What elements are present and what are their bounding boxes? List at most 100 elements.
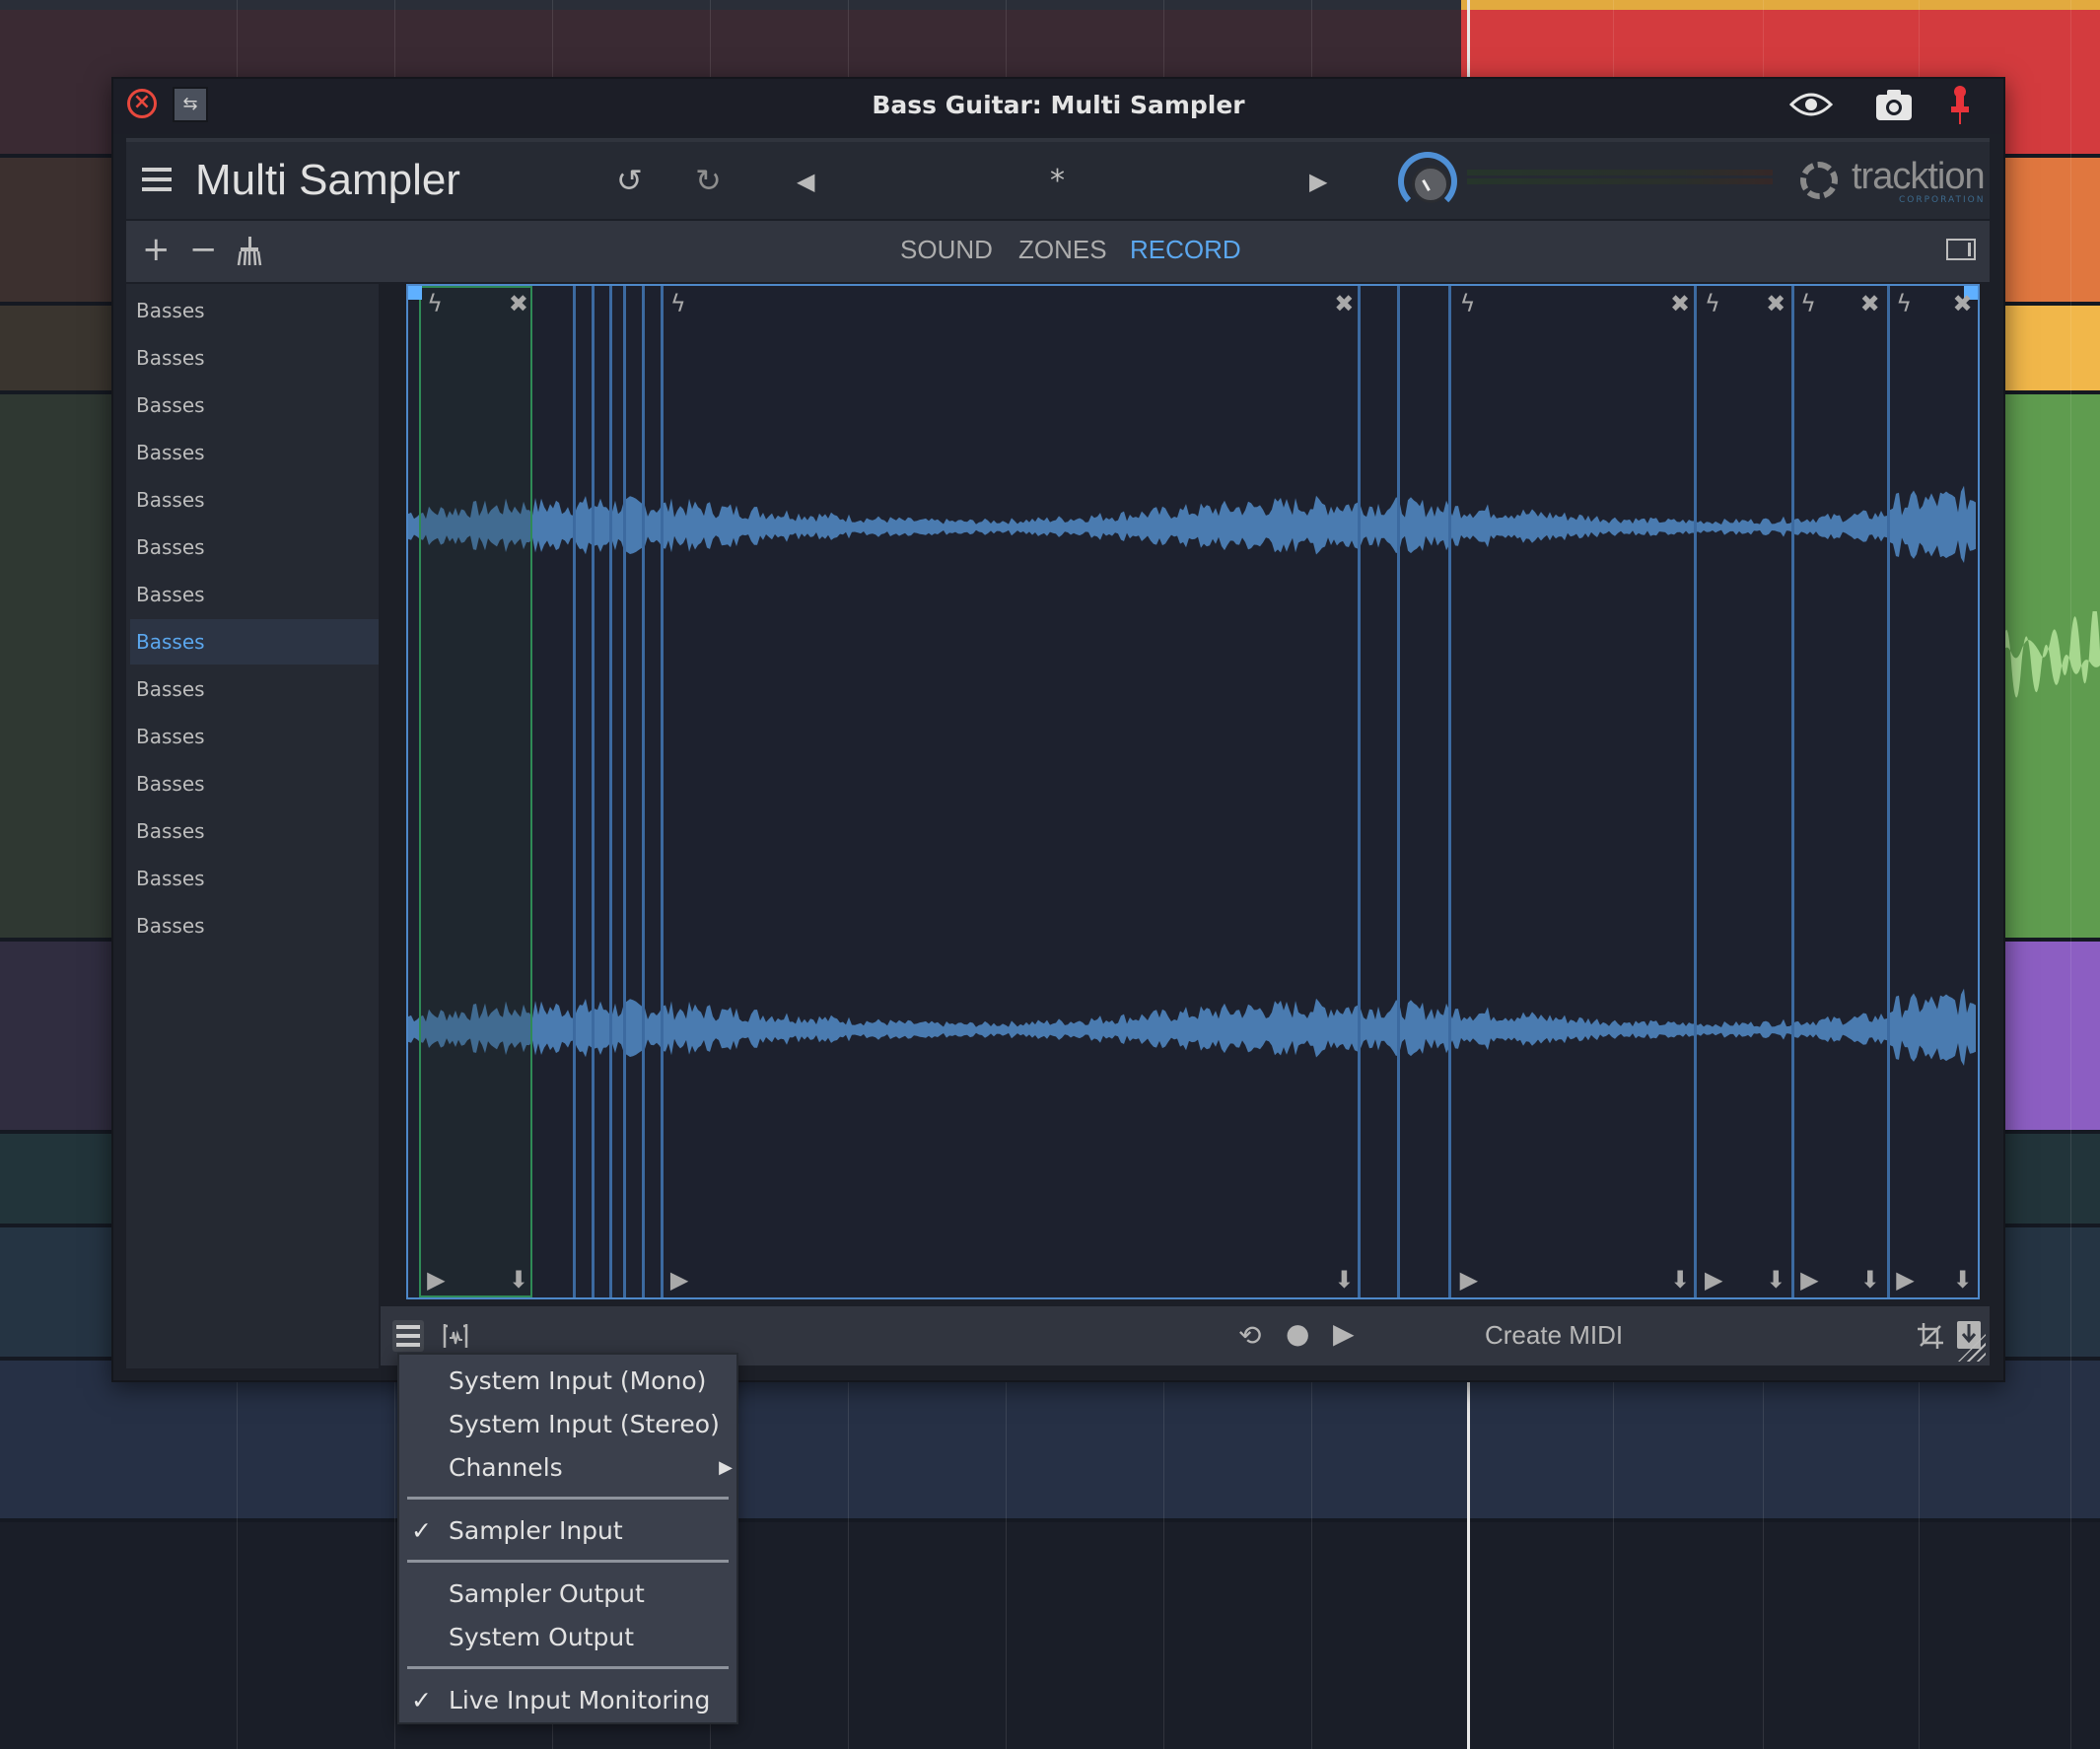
next-preset-icon[interactable]: ▶: [1309, 168, 1327, 195]
play-zone-icon[interactable]: ▶: [1800, 1268, 1818, 1292]
delete-zone-icon[interactable]: ✖: [1860, 292, 1880, 315]
record-icon[interactable]: ●: [1286, 1320, 1309, 1348]
remove-icon[interactable]: −: [189, 233, 218, 266]
zone-boundary[interactable]: [608, 286, 612, 1297]
broom-icon[interactable]: [237, 237, 262, 266]
zone-boundary[interactable]: [1693, 286, 1697, 1297]
window-titlebar[interactable]: × ⇆ Bass Guitar: Multi Sampler: [113, 79, 2003, 134]
menu-item[interactable]: ✓ Sampler Input: [399, 1510, 736, 1552]
menu-item[interactable]: Channels ▶: [399, 1447, 736, 1489]
delete-zone-icon[interactable]: ✖: [1334, 292, 1354, 315]
brand-name: tracktion: [1852, 156, 1986, 197]
knob-body: [1412, 166, 1449, 203]
zone-boundary[interactable]: [623, 286, 627, 1297]
add-icon[interactable]: +: [142, 233, 171, 266]
save-zone-icon[interactable]: ⬇: [1953, 1268, 1973, 1292]
sample-list-item[interactable]: Basses: [130, 335, 379, 381]
submenu-arrow-icon: ▶: [719, 1457, 733, 1478]
save-zone-icon[interactable]: ⬇: [1860, 1268, 1880, 1292]
menu-item[interactable]: Sampler Output: [399, 1574, 736, 1615]
zone-boundary[interactable]: [1790, 286, 1794, 1297]
menu-item[interactable]: System Input (Mono): [399, 1361, 736, 1402]
camera-icon[interactable]: [1874, 87, 1914, 122]
tab-zones[interactable]: ZONES: [1018, 235, 1107, 265]
play-zone-icon[interactable]: ▶: [1705, 1268, 1722, 1292]
waveform-view-icon[interactable]: [442, 1322, 469, 1350]
sample-list-item[interactable]: Basses: [130, 856, 379, 901]
play-zone-icon[interactable]: ▶: [1896, 1268, 1914, 1292]
menu-item-label: Sampler Input: [449, 1516, 623, 1545]
tracktion-logo-icon: [1800, 162, 1838, 199]
plugin-title: Multi Sampler: [195, 156, 460, 204]
save-zone-icon[interactable]: ⬇: [1334, 1268, 1354, 1292]
output-level-knob[interactable]: [1398, 152, 1457, 211]
trigger-icon[interactable]: ϟ: [670, 292, 686, 315]
delete-zone-icon[interactable]: ✖: [1766, 292, 1785, 315]
save-zone-icon[interactable]: ⬇: [1766, 1268, 1785, 1292]
undo-icon[interactable]: ↺: [616, 162, 643, 199]
play-zone-icon[interactable]: ▶: [1460, 1268, 1478, 1292]
menu-item[interactable]: System Output: [399, 1617, 736, 1658]
tab-bar: + − SOUND ZONES RECORD: [126, 221, 1990, 282]
crop-icon[interactable]: [1917, 1322, 1944, 1350]
main-menu-icon[interactable]: [142, 168, 172, 193]
create-midi-button[interactable]: Create MIDI: [1485, 1320, 1623, 1351]
selected-zone[interactable]: [419, 286, 532, 1297]
zone-boundary[interactable]: [1396, 286, 1400, 1297]
menu-separator: [407, 1666, 729, 1669]
save-zone-icon[interactable]: ⬇: [1670, 1268, 1690, 1292]
zone-boundary[interactable]: [1886, 286, 1890, 1297]
loop-range[interactable]: [1461, 0, 2100, 10]
zone-boundary[interactable]: [1448, 286, 1452, 1297]
sample-list-item[interactable]: Basses: [130, 525, 379, 570]
side-panel-toggle-icon[interactable]: [1946, 239, 1976, 260]
input-menu-button[interactable]: [392, 1320, 424, 1352]
play-icon[interactable]: ▶: [1333, 1320, 1355, 1348]
zone-boundary[interactable]: [592, 286, 595, 1297]
sample-list-item[interactable]: Basses: [130, 666, 379, 712]
waveform-editor[interactable]: ϟ ✖ ϟ ✖ ϟ ✖ ϟ ✖ ϟ ✖ ϟ ✖ ▶ ⬇ ▶ ⬇ ▶ ⬇ ▶ ⬇ ▶ ⬇ ▶ ⬇: [406, 284, 1980, 1299]
zone-boundary[interactable]: [642, 286, 646, 1297]
checkmark-icon: ✓: [411, 1686, 432, 1714]
sample-list-item[interactable]: Basses: [130, 288, 379, 333]
sample-list-item[interactable]: Basses: [130, 903, 379, 948]
track-lane[interactable]: [0, 1361, 2100, 1522]
trigger-icon[interactable]: ϟ: [1705, 292, 1720, 315]
sample-list: Basses Basses Basses Basses Basses Basses Bass…: [126, 284, 379, 1368]
delete-zone-icon[interactable]: ✖: [1670, 292, 1690, 315]
sample-list-item[interactable]: Basses: [130, 430, 379, 475]
play-zone-icon[interactable]: ▶: [670, 1268, 688, 1292]
redo-icon[interactable]: ↻: [695, 162, 722, 199]
sample-list-item[interactable]: Basses: [130, 808, 379, 854]
trigger-icon[interactable]: ϟ: [427, 292, 443, 315]
sample-list-item[interactable]: Basses: [130, 761, 379, 806]
menu-item[interactable]: ✓ Live Input Monitoring: [399, 1680, 736, 1721]
pin-icon[interactable]: [1949, 85, 1971, 126]
zone-boundary[interactable]: [661, 286, 665, 1297]
sample-list-item[interactable]: Basses: [130, 383, 379, 428]
tab-sound[interactable]: SOUND: [900, 235, 993, 265]
eye-icon[interactable]: [1789, 89, 1833, 120]
plugin-header: Multi Sampler ↺ ↻ ◀ * ▶ tracktion CORPOR…: [126, 138, 1990, 219]
tab-record[interactable]: RECORD: [1130, 235, 1241, 265]
brand-subtitle: CORPORATION: [1899, 195, 1986, 205]
zone-boundary[interactable]: [1358, 286, 1362, 1297]
history-icon[interactable]: ⟲: [1238, 1322, 1261, 1350]
trigger-icon[interactable]: ϟ: [1460, 292, 1476, 315]
delete-zone-icon[interactable]: ✖: [509, 292, 528, 315]
trigger-icon[interactable]: ϟ: [1800, 292, 1816, 315]
sample-list-item[interactable]: Basses: [130, 477, 379, 523]
save-zone-icon[interactable]: ⬇: [509, 1268, 528, 1292]
sample-list-item[interactable]: Basses: [130, 572, 379, 617]
zone-boundary[interactable]: [573, 286, 577, 1297]
trigger-icon[interactable]: ϟ: [1896, 292, 1912, 315]
preset-name[interactable]: *: [1050, 164, 1065, 198]
sample-list-item[interactable]: Basses: [130, 714, 379, 759]
previous-preset-icon[interactable]: ◀: [797, 168, 814, 195]
delete-zone-icon[interactable]: ✖: [1953, 292, 1973, 315]
menu-item[interactable]: System Input (Stereo): [399, 1404, 736, 1445]
play-zone-icon[interactable]: ▶: [427, 1268, 445, 1292]
sample-list-item-selected[interactable]: Basses: [130, 619, 379, 665]
range-start-handle[interactable]: [408, 286, 422, 300]
checkmark-icon: ✓: [411, 1516, 432, 1545]
